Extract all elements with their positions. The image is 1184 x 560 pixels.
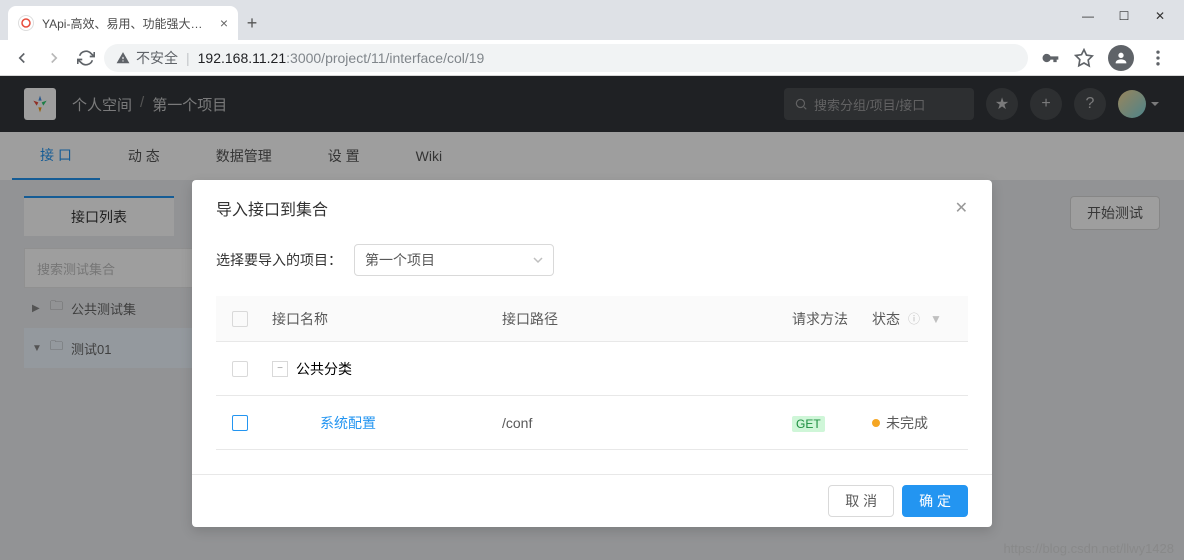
project-select[interactable]: 第一个项目 — [354, 244, 554, 276]
status-cell: 未完成 — [872, 413, 928, 433]
url-input[interactable]: 不安全 | 192.168.11.21:3000/project/11/inte… — [104, 44, 1028, 72]
menu-dots-icon[interactable] — [1148, 48, 1168, 68]
col-name-header: 接口名称 — [272, 309, 502, 329]
project-select-label: 选择要导入的项目： — [216, 250, 342, 270]
insecure-label: 不安全 — [136, 48, 178, 68]
expand-toggle[interactable]: − — [272, 361, 288, 377]
tab-favicon — [18, 15, 34, 31]
browser-profile-avatar[interactable] — [1108, 45, 1134, 71]
checkbox-all[interactable] — [232, 311, 248, 327]
interface-path: /conf — [502, 415, 792, 431]
modal-title: 导入接口到集合 — [216, 196, 328, 220]
watermark: https://blog.csdn.net/llwy1428 — [1003, 541, 1174, 556]
tab-title: YApi-高效、易用、功能强大的可… — [42, 15, 212, 32]
interface-name[interactable]: 系统配置 — [320, 413, 376, 433]
forward-button[interactable] — [40, 44, 68, 72]
reload-button[interactable] — [72, 44, 100, 72]
cancel-button[interactable]: 取 消 — [828, 485, 894, 517]
col-path-header: 接口路径 — [502, 309, 792, 329]
window-close[interactable]: ✕ — [1154, 10, 1166, 22]
back-button[interactable] — [8, 44, 36, 72]
table-row: 系统配置 /conf GET 未完成 — [216, 396, 968, 450]
checkbox[interactable] — [232, 415, 248, 431]
table-header: 接口名称 接口路径 请求方法 状态ⓘ▼ — [216, 296, 968, 342]
table-group-row: − 公共分类 — [216, 342, 968, 396]
url-text: 192.168.11.21:3000/project/11/interface/… — [198, 50, 485, 66]
key-icon[interactable] — [1040, 48, 1060, 68]
checkbox[interactable] — [232, 361, 248, 377]
method-badge: GET — [792, 416, 825, 432]
filter-icon[interactable]: ▼ — [930, 312, 942, 326]
browser-tabs-bar: YApi-高效、易用、功能强大的可… × + — [0, 0, 1184, 40]
window-minimize[interactable]: — — [1082, 10, 1094, 22]
tab-close-icon[interactable]: × — [220, 15, 228, 31]
insecure-indicator: 不安全 — [116, 48, 178, 68]
window-maximize[interactable]: ☐ — [1118, 10, 1130, 22]
col-method-header: 请求方法 — [792, 309, 872, 329]
help-icon[interactable]: ⓘ — [908, 310, 920, 327]
star-icon[interactable] — [1074, 48, 1094, 68]
group-name: 公共分类 — [296, 359, 352, 379]
browser-tab[interactable]: YApi-高效、易用、功能强大的可… × — [8, 6, 238, 40]
confirm-button[interactable]: 确 定 — [902, 485, 968, 517]
new-tab-button[interactable]: + — [238, 13, 266, 40]
import-modal: 导入接口到集合 ✕ 选择要导入的项目： 第一个项目 接口名称 接口路径 请求方法… — [192, 180, 992, 527]
col-status-header: 状态ⓘ▼ — [872, 309, 942, 329]
address-bar: 不安全 | 192.168.11.21:3000/project/11/inte… — [0, 40, 1184, 76]
status-dot-icon — [872, 419, 880, 427]
chevron-down-icon — [533, 255, 543, 265]
modal-close-icon[interactable]: ✕ — [955, 198, 968, 218]
